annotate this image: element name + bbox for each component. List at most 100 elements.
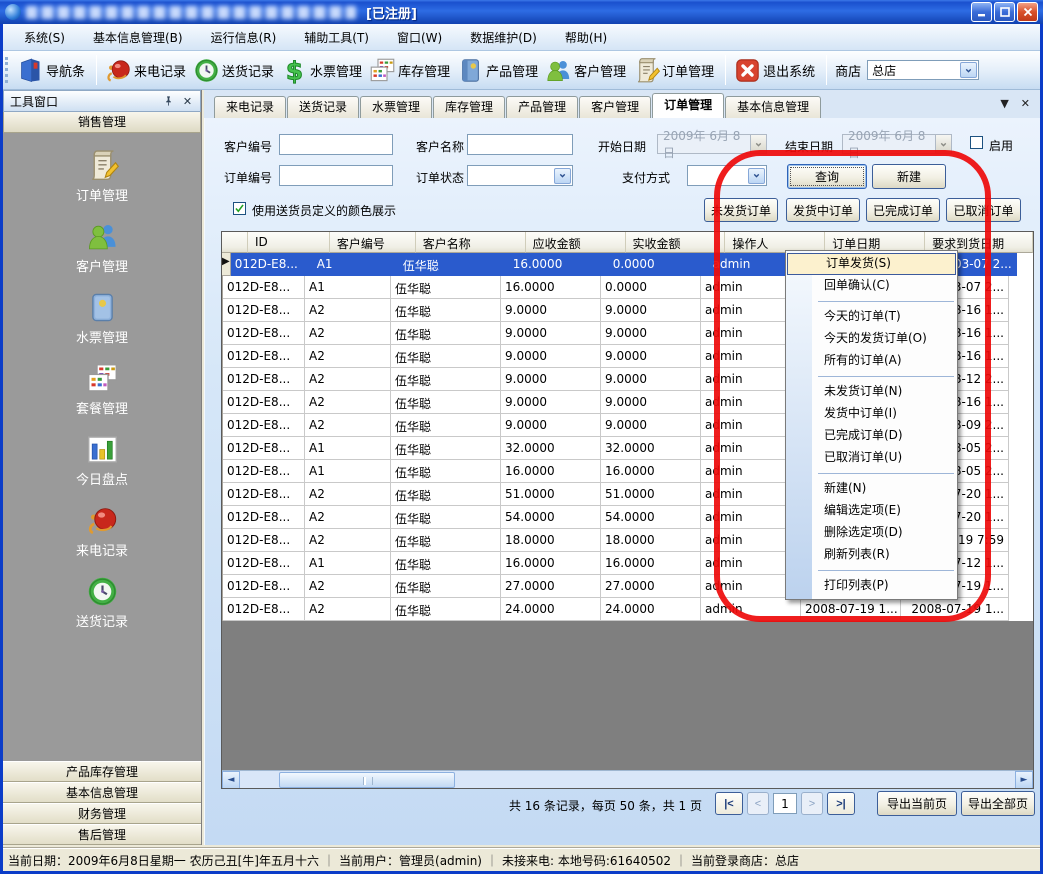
pin-icon[interactable] bbox=[162, 95, 175, 108]
column-header-2[interactable]: 客户编号 bbox=[330, 232, 416, 253]
customer-no-input[interactable] bbox=[279, 134, 393, 155]
column-header-5[interactable]: 实收金额 bbox=[626, 232, 726, 253]
toolbar-button-exit[interactable]: 退出系统 bbox=[732, 55, 820, 86]
shop-select[interactable]: 总店 bbox=[867, 60, 979, 80]
scroll-right-icon[interactable]: ► bbox=[1015, 771, 1033, 789]
tab-2[interactable]: 送货记录 bbox=[287, 96, 359, 118]
sidebar-item-list: 订单管理客户管理水票管理套餐管理今日盘点来电记录送货记录 bbox=[3, 133, 201, 761]
row-selector[interactable]: ▶ bbox=[222, 253, 231, 276]
tab-dropdown-icon[interactable]: ▼ bbox=[1000, 97, 1008, 110]
enable-checkbox[interactable] bbox=[970, 136, 983, 149]
tool-window-header: 工具窗口 ✕ bbox=[3, 90, 201, 112]
table-cell: 012D-E8... bbox=[223, 460, 305, 483]
toolbar-button-customer[interactable]: 客户管理 bbox=[543, 55, 631, 86]
color-display-checkbox[interactable] bbox=[233, 202, 246, 215]
table-cell: 18.0000 bbox=[601, 529, 701, 552]
first-page-button[interactable]: |< bbox=[715, 792, 743, 815]
table-cell: 伍华聪 bbox=[391, 276, 501, 299]
toolbar-button-inventory[interactable]: 库存管理 bbox=[367, 55, 455, 86]
tab-6[interactable]: 客户管理 bbox=[579, 96, 651, 118]
context-menu-item[interactable]: 已完成订单(D) bbox=[786, 425, 957, 447]
export-current-page-button[interactable]: 导出当前页 bbox=[877, 791, 957, 816]
tab-4[interactable]: 库存管理 bbox=[433, 96, 505, 118]
tab-3[interactable]: 水票管理 bbox=[360, 96, 432, 118]
tab-1[interactable]: 来电记录 bbox=[214, 96, 286, 118]
shop-dropdown-icon[interactable] bbox=[960, 62, 977, 78]
context-menu-item[interactable]: 删除选定项(D) bbox=[786, 522, 957, 544]
sidebar-item-inventory[interactable]: 套餐管理 bbox=[3, 362, 201, 417]
sidebar-item-stocktake[interactable]: 今日盘点 bbox=[3, 433, 201, 488]
table-cell: 伍华聪 bbox=[391, 322, 501, 345]
tab-close-icon[interactable]: ✕ bbox=[1021, 97, 1030, 110]
sidebar-section-sales[interactable]: 销售管理 bbox=[3, 112, 201, 133]
menubar-item-6[interactable]: 数据维护(D) bbox=[456, 25, 551, 50]
order-no-input[interactable] bbox=[279, 165, 393, 186]
sidebar-item-customer[interactable]: 客户管理 bbox=[3, 220, 201, 275]
toolbar-button-product[interactable]: 产品管理 bbox=[455, 55, 543, 86]
close-button[interactable] bbox=[1017, 2, 1038, 22]
menubar-item-1[interactable]: 系统(S) bbox=[10, 25, 79, 50]
toolbar-button-water-ticket[interactable]: $水票管理 bbox=[279, 55, 367, 86]
customer-name-input[interactable] bbox=[467, 134, 573, 155]
next-page-button[interactable]: > bbox=[801, 792, 823, 815]
column-header-3[interactable]: 客户名称 bbox=[416, 232, 526, 253]
order-status-select[interactable] bbox=[467, 165, 573, 186]
maximize-button[interactable] bbox=[994, 2, 1015, 22]
context-menu-item[interactable]: 发货中订单(I) bbox=[786, 403, 957, 425]
toolbar-button-order[interactable]: 订单管理 bbox=[631, 55, 719, 86]
menubar-item-7[interactable]: 帮助(H) bbox=[551, 25, 621, 50]
scroll-left-icon[interactable]: ◄ bbox=[222, 771, 240, 789]
toolbar-button-label: 来电记录 bbox=[134, 61, 186, 80]
sidebar-item-water-card[interactable]: 水票管理 bbox=[3, 291, 201, 346]
context-menu-item[interactable]: 刷新列表(R) bbox=[786, 544, 957, 566]
table-cell: 伍华聪 bbox=[391, 552, 501, 575]
sidebar-section-4[interactable]: 售后管理 bbox=[3, 824, 201, 845]
toolbar-button-navbar[interactable]: 导航条 bbox=[15, 55, 90, 86]
context-menu-item[interactable]: 今天的订单(T) bbox=[786, 306, 957, 328]
sidebar-item-call-record[interactable]: 来电记录 bbox=[3, 504, 201, 559]
minimize-button[interactable] bbox=[971, 2, 992, 22]
tool-window-close-icon[interactable]: ✕ bbox=[181, 95, 194, 108]
context-menu-item[interactable]: 所有的订单(A) bbox=[786, 350, 957, 372]
menubar-item-5[interactable]: 窗口(W) bbox=[383, 25, 456, 50]
table-cell: 9.0000 bbox=[501, 299, 601, 322]
context-menu-item[interactable]: 回单确认(C) bbox=[786, 275, 957, 297]
toolbar-button-label: 库存管理 bbox=[398, 61, 450, 80]
context-menu-item[interactable]: 今天的发货订单(O) bbox=[786, 328, 957, 350]
context-menu-item[interactable]: 打印列表(P) bbox=[786, 575, 957, 597]
last-page-button[interactable]: >| bbox=[827, 792, 855, 815]
toolbar-button-call-record[interactable]: 来电记录 bbox=[103, 55, 191, 86]
statusbar-segment: 当前登录商店：总店 bbox=[691, 852, 799, 869]
prev-page-button[interactable]: < bbox=[747, 792, 769, 815]
context-menu-item[interactable]: 已取消订单(U) bbox=[786, 447, 957, 469]
sidebar-section-1[interactable]: 产品库存管理 bbox=[3, 761, 201, 782]
tab-7[interactable]: 订单管理 bbox=[652, 93, 724, 118]
menubar-item-2[interactable]: 基本信息管理(B) bbox=[79, 25, 197, 50]
toolbar: 导航条来电记录送货记录$水票管理库存管理产品管理客户管理订单管理退出系统商店总店 bbox=[0, 51, 1043, 90]
table-cell: 012D-E8... bbox=[223, 391, 305, 414]
column-header-1[interactable]: ID bbox=[248, 232, 330, 253]
scrollbar-thumb[interactable] bbox=[279, 772, 455, 788]
context-menu-item[interactable]: 新建(N) bbox=[786, 478, 957, 500]
column-header-4[interactable]: 应收金额 bbox=[526, 232, 626, 253]
toolbar-button-label: 送货记录 bbox=[222, 61, 274, 80]
page-number-input[interactable] bbox=[773, 793, 797, 814]
sidebar-section-2[interactable]: 基本信息管理 bbox=[3, 782, 201, 803]
tab-5[interactable]: 产品管理 bbox=[506, 96, 578, 118]
order-status-dropdown-icon[interactable] bbox=[554, 168, 571, 184]
context-menu-item[interactable]: 订单发货(S) bbox=[787, 253, 956, 275]
sidebar-item-order[interactable]: 订单管理 bbox=[3, 149, 201, 204]
horizontal-scrollbar[interactable]: ◄ ► bbox=[222, 770, 1033, 788]
tab-8[interactable]: 基本信息管理 bbox=[725, 96, 821, 118]
sidebar-section-3[interactable]: 财务管理 bbox=[3, 803, 201, 824]
context-menu-item[interactable]: 编辑选定项(E) bbox=[786, 500, 957, 522]
context-menu-item[interactable]: 未发货订单(N) bbox=[786, 381, 957, 403]
menubar-item-4[interactable]: 辅助工具(T) bbox=[290, 25, 383, 50]
export-all-pages-button[interactable]: 导出全部页 bbox=[961, 791, 1035, 816]
inventory-icon bbox=[86, 362, 119, 395]
sidebar-item-delivery-record[interactable]: 送货记录 bbox=[3, 575, 201, 630]
table-cell: 012D-E8... bbox=[223, 299, 305, 322]
toolbar-button-delivery-record[interactable]: 送货记录 bbox=[191, 55, 279, 86]
table-cell: 54.0000 bbox=[601, 506, 701, 529]
menubar-item-3[interactable]: 运行信息(R) bbox=[197, 25, 291, 50]
